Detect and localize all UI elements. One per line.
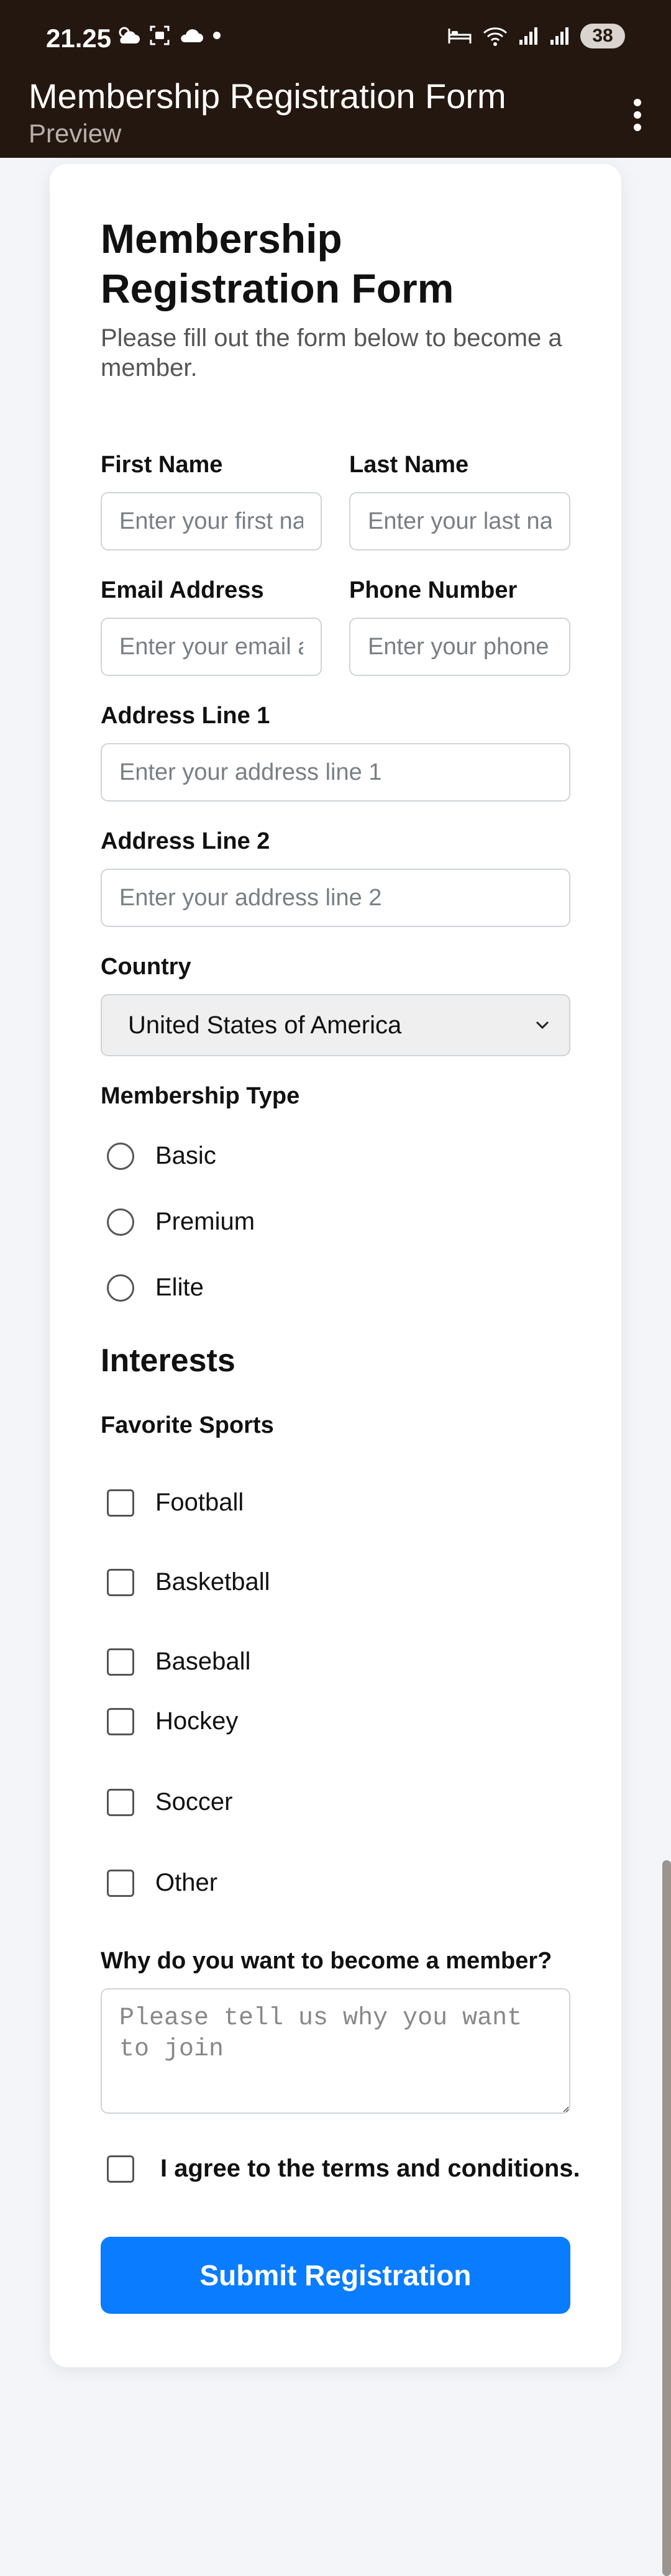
cloud-icon [181, 29, 203, 42]
sport-option-baseball[interactable]: Baseball [107, 1648, 250, 1676]
form-card: Membership Registration Form Please fill… [50, 164, 621, 2367]
radio-button[interactable] [107, 1208, 134, 1236]
country-selected-value: United States of America [128, 1011, 402, 1039]
signal-icon-2 [550, 27, 568, 45]
sport-option-hockey[interactable]: Hockey [107, 1707, 238, 1735]
favorite-sports-label: Favorite Sports [101, 1412, 274, 1438]
country-select[interactable]: United States of America [101, 994, 570, 1056]
app-bar: Membership Registration Form Preview [0, 76, 671, 158]
bed-icon [448, 29, 472, 43]
checkbox[interactable] [107, 1648, 134, 1676]
last-name-input[interactable] [349, 492, 570, 550]
checkbox[interactable] [107, 1707, 134, 1735]
status-time: 21.25 [46, 24, 112, 53]
resize-handle-icon[interactable] [563, 2106, 569, 2112]
first-name-input[interactable] [101, 492, 322, 550]
first-name-label: First Name [101, 452, 223, 478]
terms-row[interactable]: I agree to the terms and conditions. [107, 2155, 580, 2183]
sport-option-soccer[interactable]: Soccer [107, 1788, 233, 1816]
phone-label: Phone Number [349, 577, 518, 603]
notification-dot-icon [213, 32, 221, 39]
address-line-2-label: Address Line 2 [101, 828, 270, 854]
checkbox-label: Soccer [155, 1788, 233, 1816]
app-subtitle: Preview [29, 119, 122, 148]
weather-icon [119, 27, 140, 43]
terms-label: I agree to the terms and conditions. [160, 2155, 580, 2182]
checkbox-label: Other [155, 1869, 218, 1896]
address-line-2-input[interactable] [101, 869, 570, 927]
checkbox[interactable] [107, 1869, 134, 1897]
status-bar: 21.25 38 [0, 0, 671, 76]
sport-option-basketball[interactable]: Basketball [107, 1568, 270, 1596]
email-label: Email Address [101, 577, 264, 603]
checkbox-label: Football [155, 1489, 244, 1516]
membership-option-elite[interactable]: Elite [107, 1274, 204, 1302]
checkbox[interactable] [107, 1568, 134, 1596]
screenshot-icon [150, 25, 170, 45]
membership-option-basic[interactable]: Basic [107, 1142, 216, 1170]
battery-level: 38 [592, 25, 613, 46]
membership-type-label: Membership Type [101, 1083, 300, 1109]
chevron-down-icon [536, 1021, 549, 1030]
more-vert-icon[interactable] [625, 92, 650, 138]
status-right-icons: 38 [447, 24, 625, 48]
checkbox[interactable] [107, 1788, 134, 1816]
page-scrollbar[interactable] [661, 158, 671, 2576]
phone-input[interactable] [349, 618, 570, 676]
last-name-label: Last Name [349, 452, 469, 478]
radio-label: Elite [155, 1274, 204, 1301]
sport-option-other[interactable]: Other [107, 1869, 217, 1897]
sport-option-football[interactable]: Football [107, 1489, 244, 1517]
checkbox-label: Basketball [155, 1568, 270, 1596]
radio-label: Premium [155, 1208, 255, 1235]
radio-button[interactable] [107, 1142, 134, 1170]
interests-heading: Interests [101, 1343, 235, 1379]
status-left-icons [116, 25, 221, 46]
form-description: Please fill out the form below to become… [101, 324, 562, 381]
why-member-label: Why do you want to become a member? [101, 1948, 552, 1974]
why-member-textarea[interactable] [101, 1988, 570, 2114]
wifi-icon [483, 27, 508, 46]
checkbox-label: Baseball [155, 1648, 251, 1675]
terms-checkbox[interactable] [107, 2155, 134, 2183]
app-title: Membership Registration Form [29, 76, 506, 116]
scrollbar-thumb[interactable] [662, 1860, 671, 2576]
email-input[interactable] [101, 618, 322, 676]
signal-icon [519, 27, 537, 45]
address-line-1-label: Address Line 1 [101, 703, 270, 729]
radio-button[interactable] [107, 1274, 134, 1302]
submit-registration-button[interactable]: Submit Registration [101, 2237, 570, 2314]
checkbox-label: Hockey [155, 1707, 239, 1735]
membership-option-premium[interactable]: Premium [107, 1208, 255, 1236]
radio-label: Basic [155, 1142, 216, 1169]
country-label: Country [101, 954, 191, 980]
checkbox[interactable] [107, 1489, 134, 1517]
form-title: Membership Registration Form [101, 216, 454, 311]
address-line-1-input[interactable] [101, 743, 570, 802]
battery-indicator: 38 [580, 24, 625, 48]
